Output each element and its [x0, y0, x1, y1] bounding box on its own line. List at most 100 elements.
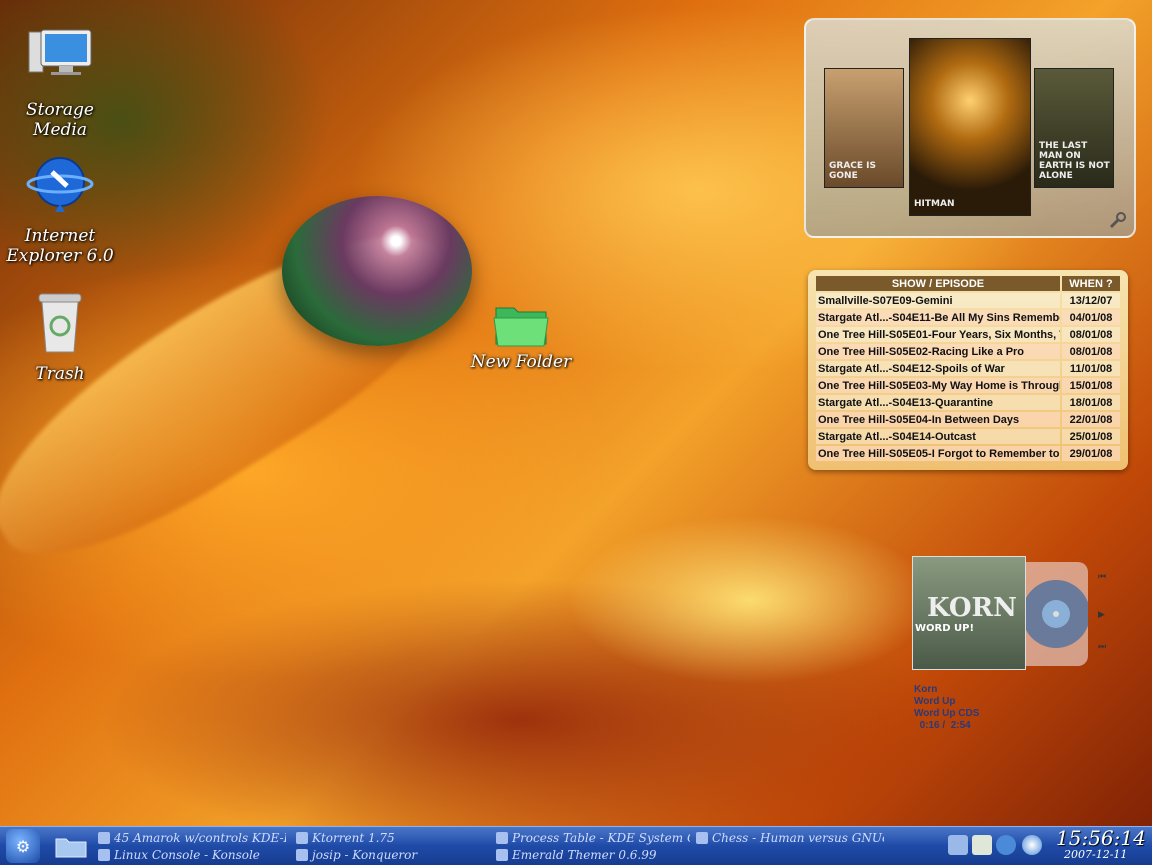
poster-right[interactable]: THE LAST MAN ON EARTH IS NOT ALONE	[1034, 68, 1114, 188]
show-cell: Stargate Atl...-S04E11-Be All My Sins Re…	[816, 310, 1060, 325]
table-row[interactable]: One Tree Hill-S05E05-I Forgot to Remembe…	[816, 446, 1120, 461]
table-row[interactable]: One Tree Hill-S05E04-In Between Days 22/0…	[816, 412, 1120, 427]
previous-track-icon[interactable]: ⏮	[1098, 572, 1106, 582]
poster-left[interactable]: GRACE IS GONE	[824, 68, 904, 188]
task-label: Emerald Themer 0.6.99	[512, 847, 657, 862]
home-folder-icon[interactable]	[54, 833, 88, 859]
date-cell: 13/12/07	[1062, 293, 1120, 308]
chess-icon	[696, 831, 708, 844]
show-cell: One Tree Hill-S05E03-My Way Home is Thro…	[816, 378, 1060, 393]
system-guard-icon	[496, 831, 508, 844]
play-icon[interactable]: ▶	[1098, 610, 1105, 620]
table-row[interactable]: One Tree Hill-S05E01-Four Years, Six Mon…	[816, 327, 1120, 342]
total-time: 2:54	[950, 720, 971, 731]
time-separator: /	[942, 720, 946, 731]
show-cell: Stargate Atl...-S04E13-Quarantine	[816, 395, 1060, 410]
artist-name: Korn	[914, 684, 938, 695]
elapsed-time: 0:16	[919, 720, 940, 731]
table-row[interactable]: Stargate Atl...-S04E13-Quarantine 18/01/0…	[816, 395, 1120, 410]
date-cell: 18/01/08	[1062, 395, 1120, 410]
next-track-icon[interactable]: ⏭	[1098, 642, 1106, 652]
album-art[interactable]: KORN WORD UP!	[912, 556, 1026, 670]
konqueror-icon	[296, 848, 308, 861]
desktop-icon-new-folder[interactable]: New Folder	[466, 300, 576, 372]
show-cell: One Tree Hill-S05E02-Racing Like a Pro	[816, 344, 1060, 359]
clock-time[interactable]: 15:56:14	[1056, 826, 1146, 850]
konsole-icon	[98, 848, 110, 861]
task-ktorrent[interactable]: Ktorrent 1.75	[296, 829, 476, 846]
track-time: 0:16 / 2:54	[914, 720, 979, 732]
kde-logo-icon: ⚙	[15, 836, 31, 856]
table-row[interactable]: Stargate Atl...-S04E11-Be All My Sins Re…	[816, 310, 1120, 325]
task-chess[interactable]: Chess - Human versus GNUchess	[696, 829, 884, 846]
album-art-subtitle: WORD UP!	[915, 623, 975, 634]
movie-carousel-widget[interactable]: GRACE IS GONE HITMAN THE LAST MAN ON EAR…	[804, 18, 1136, 238]
poster-title: GRACE IS GONE	[829, 161, 876, 181]
table-row[interactable]: One Tree Hill-S05E02-Racing Like a Pro 08…	[816, 344, 1120, 359]
music-player-widget: KORN WORD UP! ⏮ ▶ ⏭ Korn Word Up Word Up…	[910, 556, 1110, 736]
date-cell: 08/01/08	[1062, 344, 1120, 359]
desktop-icon-label: Internet	[24, 226, 96, 246]
internet-explorer-icon	[25, 152, 95, 224]
task-label: Linux Console - Konsole	[114, 847, 260, 862]
tray-app-icon[interactable]	[972, 835, 992, 855]
date-cell: 04/01/08	[1062, 310, 1120, 325]
date-cell: 29/01/08	[1062, 446, 1120, 461]
show-cell: Stargate Atl...-S04E14-Outcast	[816, 429, 1060, 444]
kde-menu-button[interactable]: ⚙	[6, 829, 40, 863]
desktop-icon-label: Storage	[26, 100, 94, 120]
table-row[interactable]: Stargate Atl...-S04E12-Spoils of War 11/0…	[816, 361, 1120, 376]
task-label: Ktorrent 1.75	[312, 830, 395, 845]
schedule-table: SHOW / EPISODE WHEN ? Smallville-S07E09-…	[814, 274, 1122, 463]
task-konqueror[interactable]: josip - Konqueror	[296, 846, 476, 863]
show-cell: One Tree Hill-S05E05-I Forgot to Remembe…	[816, 446, 1060, 461]
track-info: Korn Word Up Word Up CDS 0:16 / 2:54	[914, 684, 979, 732]
task-label: Process Table - KDE System Guard	[512, 830, 690, 845]
table-row[interactable]: Stargate Atl...-S04E14-Outcast 25/01/08	[816, 429, 1120, 444]
update-tray-icon[interactable]	[996, 835, 1016, 855]
date-cell: 15/01/08	[1062, 378, 1120, 393]
task-emerald-themer[interactable]: Emerald Themer 0.6.99	[496, 846, 690, 863]
clock-date[interactable]: 2007-12-11	[1064, 848, 1127, 861]
date-cell: 08/01/08	[1062, 327, 1120, 342]
trash-icon	[25, 290, 95, 362]
desktop-icon-label: Media	[33, 120, 87, 140]
network-tray-icon[interactable]	[948, 835, 968, 855]
task-amarok[interactable]: 45 Amarok w/controls KDE-Look	[98, 829, 286, 846]
ktorrent-icon	[296, 831, 308, 844]
poster-title: HITMAN	[914, 199, 955, 209]
task-konsole[interactable]: Linux Console - Konsole	[98, 846, 286, 863]
poster-title: THE LAST MAN ON EARTH IS NOT ALONE	[1039, 141, 1110, 181]
column-header-when[interactable]: WHEN ?	[1062, 276, 1120, 291]
date-cell: 22/01/08	[1062, 412, 1120, 427]
amarok-icon	[98, 831, 110, 844]
task-label: josip - Konqueror	[312, 847, 418, 862]
computer-icon	[25, 26, 95, 98]
show-cell: Smallville-S07E09-Gemini	[816, 293, 1060, 308]
emerald-icon	[496, 848, 508, 861]
desktop-icon-label: Explorer 6.0	[6, 246, 114, 266]
desktop-icon-label: New Folder	[470, 352, 572, 372]
table-row[interactable]: One Tree Hill-S05E03-My Way Home is Thro…	[816, 378, 1120, 393]
task-label: 45 Amarok w/controls KDE-Look	[114, 830, 286, 845]
wrench-icon[interactable]	[1108, 210, 1128, 230]
task-process-table[interactable]: Process Table - KDE System Guard	[496, 829, 690, 846]
tv-schedule-widget: SHOW / EPISODE WHEN ? Smallville-S07E09-…	[808, 270, 1128, 470]
taskbar: ⚙ 45 Amarok w/controls KDE-Look Linux Co…	[0, 826, 1152, 865]
date-cell: 11/01/08	[1062, 361, 1120, 376]
album-title: Word Up CDS	[914, 708, 980, 719]
desktop-icon-internet-explorer[interactable]: Internet Explorer 6.0	[5, 152, 115, 266]
column-header-show[interactable]: SHOW / EPISODE	[816, 276, 1060, 291]
desktop-icon-storage-media[interactable]: Storage Media	[5, 26, 115, 140]
show-cell: One Tree Hill-S05E04-In Between Days	[816, 412, 1060, 427]
show-cell: One Tree Hill-S05E01-Four Years, Six Mon…	[816, 327, 1060, 342]
desktop-icon-trash[interactable]: Trash	[5, 290, 115, 384]
table-row[interactable]: Smallville-S07E09-Gemini 13/12/07	[816, 293, 1120, 308]
task-label: Chess - Human versus GNUchess	[712, 830, 884, 845]
volume-tray-icon[interactable]	[1022, 835, 1042, 855]
poster-center[interactable]: HITMAN	[909, 38, 1031, 216]
show-cell: Stargate Atl...-S04E12-Spoils of War	[816, 361, 1060, 376]
wallpaper-water-droplet	[282, 196, 472, 346]
album-art-title: KORN	[927, 593, 1017, 623]
folder-icon	[486, 300, 556, 350]
